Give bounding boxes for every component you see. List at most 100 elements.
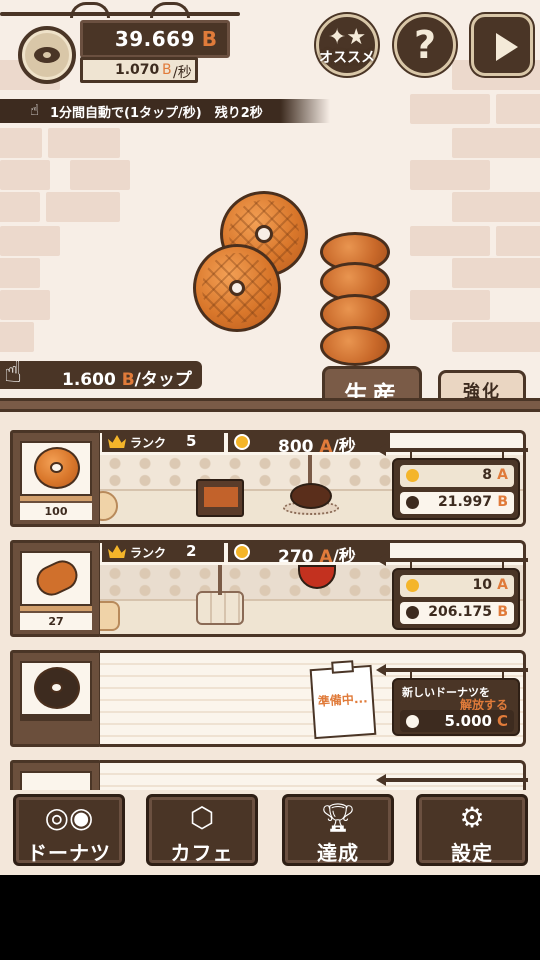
nav-cafe-label: カフェ bbox=[170, 841, 234, 865]
production-rate-badge: 270 A/秒 bbox=[228, 542, 390, 567]
twist-donut[interactable] bbox=[316, 232, 394, 370]
silhouette-donut-icon bbox=[34, 667, 80, 709]
production-row-partial bbox=[10, 760, 528, 792]
money-value: 39.669 bbox=[114, 27, 195, 51]
cost-b-value: 206.175 bbox=[428, 604, 492, 620]
production-rate-value: 800 bbox=[278, 437, 314, 457]
cafe-box-icon: ⬡ bbox=[189, 801, 215, 834]
unlock-cost-slot: 5.000 C bbox=[400, 710, 514, 732]
cost-a-value: 10 bbox=[472, 577, 492, 593]
income-rate-display: 1.070 B /秒 bbox=[80, 57, 198, 83]
glazed-donut-front[interactable] bbox=[193, 244, 281, 332]
per-tap-display: ☝ 1.600 B/タップ bbox=[0, 355, 202, 390]
rank-value: 5 bbox=[186, 432, 197, 450]
twist-donut-count: 27 bbox=[20, 613, 92, 630]
production-rate-suffix: /秒 bbox=[332, 547, 356, 567]
rank-value: 2 bbox=[186, 542, 197, 560]
money-display: 39.669 B bbox=[80, 20, 230, 58]
recommend-label: オススメ bbox=[319, 50, 375, 66]
unlock-cost-value: 5.000 bbox=[444, 712, 492, 730]
nav-settings-button[interactable]: ⚙ 設定 bbox=[416, 794, 528, 866]
auto-tap-banner: ☝ 1分間自動で(1タップ/秒) 残り2秒 bbox=[0, 99, 330, 123]
production-row-ring-donut[interactable]: 100 ランク 5 800 A/秒 8 A 21.997 B bbox=[10, 430, 528, 527]
nav-achievements-button[interactable]: 🏆︎ 達成 bbox=[282, 794, 394, 866]
gear-icon: ⚙ bbox=[459, 801, 485, 834]
fryer-machine-icon bbox=[196, 479, 244, 517]
donuts-icon: ◎◉ bbox=[44, 801, 94, 834]
preparing-text: 準備中... bbox=[317, 691, 368, 709]
production-rate-suffix: /秒 bbox=[332, 437, 356, 457]
upgrade-cost-sign[interactable]: 8 A 21.997 B bbox=[392, 458, 520, 520]
video-play-button[interactable] bbox=[471, 14, 533, 76]
pointing-hand-icon: ☝ bbox=[30, 101, 40, 119]
help-button[interactable]: ? bbox=[394, 14, 456, 76]
nav-donuts-label: ドーナツ bbox=[27, 841, 111, 865]
nav-donuts-button[interactable]: ◎◉ ドーナツ bbox=[13, 794, 125, 866]
nav-achievements-label: 達成 bbox=[317, 841, 359, 865]
game-screen: 39.669 B 1.070 B /秒 ✦★ オススメ ? ☝ 1分間自動で(1… bbox=[0, 0, 540, 875]
bottom-navigation: ◎◉ ドーナツ ⬡ カフェ 🏆︎ 達成 ⚙ 設定 bbox=[0, 790, 540, 875]
cost-b-slot: 206.175 B bbox=[400, 602, 514, 624]
coin-clock-icon bbox=[234, 544, 250, 560]
coin-clock-icon bbox=[406, 469, 419, 482]
cost-b-slot: 21.997 B bbox=[400, 492, 514, 514]
rank-label: ランク bbox=[130, 436, 167, 450]
per-tap-suffix: /タップ bbox=[134, 370, 192, 390]
cost-a-unit: A bbox=[497, 577, 508, 593]
nav-settings-label: 設定 bbox=[451, 841, 493, 865]
money-unit: B bbox=[201, 27, 217, 51]
production-rate-unit: A bbox=[319, 437, 333, 457]
cup-stack-icon bbox=[196, 591, 244, 625]
coin-clock-icon bbox=[234, 434, 250, 450]
twist-donut-icon bbox=[31, 555, 83, 601]
coin-clock-icon bbox=[406, 579, 419, 592]
ring-donut-thumbnail[interactable]: 100 bbox=[10, 430, 102, 527]
chocolate-cake-icon bbox=[290, 483, 332, 509]
header-hanging-rod bbox=[0, 2, 245, 20]
production-rate-value: 270 bbox=[278, 547, 314, 567]
cost-a-slot: 8 A bbox=[400, 465, 514, 487]
unlock-cost-unit: C bbox=[496, 712, 508, 730]
ring-donut-icon bbox=[34, 447, 80, 489]
trophy-icon: 🏆︎ bbox=[320, 801, 356, 834]
per-tap-unit: B bbox=[121, 370, 135, 390]
per-tap-value: 1.600 bbox=[62, 370, 116, 390]
currency-c-icon bbox=[406, 715, 419, 728]
crown-icon bbox=[108, 435, 126, 448]
twist-on-belt-icon bbox=[100, 601, 120, 631]
rank-badge: ランク 2 bbox=[102, 542, 224, 562]
locked-donut-thumbnail[interactable] bbox=[10, 650, 102, 747]
tab-shelf-divider bbox=[0, 398, 540, 412]
ring-donut-count: 100 bbox=[20, 503, 92, 520]
income-rate-value: 1.070 bbox=[115, 62, 160, 78]
income-rate-per: /秒 bbox=[173, 65, 192, 81]
production-row-twist-donut[interactable]: 27 ランク 2 270 A/秒 10 A 206.175 B bbox=[10, 540, 528, 637]
auto-tap-text: 1分間自動で(1タップ/秒) 残り2秒 bbox=[50, 106, 263, 121]
cost-b-unit: B bbox=[497, 494, 508, 510]
play-icon bbox=[496, 33, 518, 61]
recommend-button[interactable]: ✦★ オススメ bbox=[316, 14, 378, 76]
currency-b-icon bbox=[18, 26, 76, 84]
production-list[interactable]: 100 ランク 5 800 A/秒 8 A 21.997 B 27 ランク 2 … bbox=[0, 412, 540, 792]
crown-icon bbox=[108, 545, 126, 558]
production-rate-badge: 800 A/秒 bbox=[228, 432, 390, 457]
nav-cafe-button[interactable]: ⬡ カフェ bbox=[146, 794, 258, 866]
cost-a-unit: A bbox=[497, 467, 508, 483]
cost-b-unit: B bbox=[497, 604, 508, 620]
question-mark-icon: ? bbox=[413, 23, 437, 67]
unlock-donut-button[interactable]: 新しいドーナツを 解放する 5.000 C bbox=[392, 678, 520, 736]
tap-hand-icon: ☝ bbox=[4, 355, 23, 390]
cost-a-value: 8 bbox=[482, 467, 492, 483]
cost-b-value: 21.997 bbox=[437, 494, 492, 510]
income-rate-unit: B bbox=[162, 62, 172, 78]
cost-a-slot: 10 A bbox=[400, 575, 514, 597]
production-row-locked[interactable]: 準備中... 新しいドーナツを 解放する 5.000 C bbox=[10, 650, 528, 747]
upgrade-cost-sign[interactable]: 10 A 206.175 B bbox=[392, 568, 520, 630]
twist-donut-thumbnail[interactable]: 27 bbox=[10, 540, 102, 637]
production-rate-unit: A bbox=[319, 547, 333, 567]
preparing-memo: 準備中... bbox=[309, 660, 377, 740]
rank-label: ランク bbox=[130, 546, 167, 560]
currency-b-icon bbox=[406, 496, 419, 509]
rank-badge: ランク 5 bbox=[102, 432, 224, 452]
currency-b-icon bbox=[406, 606, 419, 619]
